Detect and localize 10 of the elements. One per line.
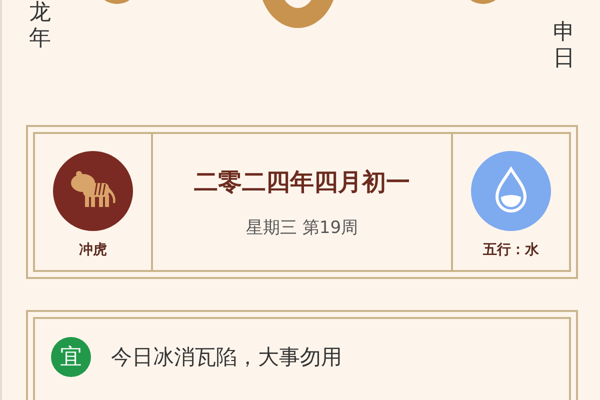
suitable-badge: 宜 — [51, 337, 91, 377]
clash-label: 冲虎 — [79, 241, 107, 259]
tiger-icon — [53, 151, 133, 231]
water-drop-icon — [471, 151, 551, 231]
year-label: 龙年 — [29, 0, 51, 53]
day-label: 申日 — [553, 20, 575, 73]
element-label: 五行：水 — [483, 241, 539, 259]
weekday-label: 星期三 第19周 — [246, 216, 358, 238]
lunar-date: 二零二四年四月初一 — [194, 166, 410, 198]
advice-text: 今日冰消瓦陷，大事勿用 — [111, 344, 342, 371]
